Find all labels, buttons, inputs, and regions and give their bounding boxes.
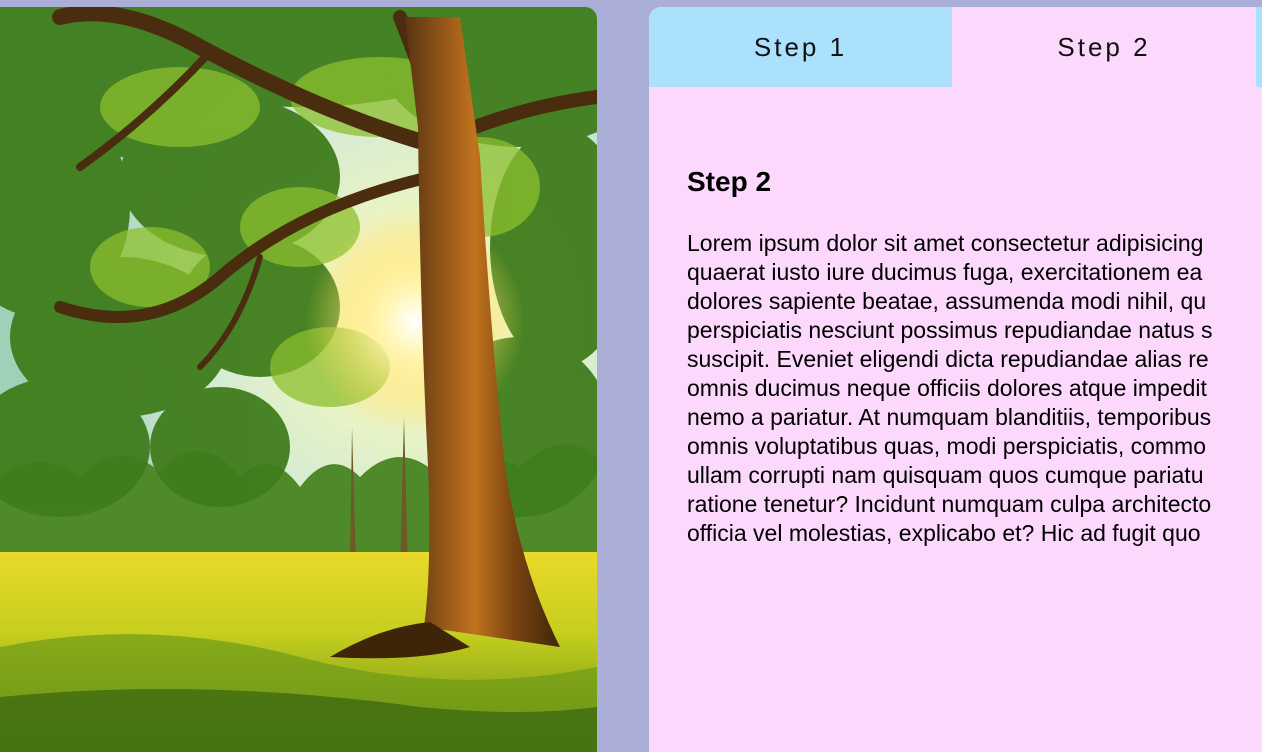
steps-panel: Step 1 Step 2 Step 2 Lorem ipsum dolor s…	[649, 7, 1262, 752]
tab-step-2-label: Step 2	[1057, 31, 1151, 62]
step-body-text: Lorem ipsum dolor sit amet consectetur a…	[687, 230, 1213, 546]
tab-step-2[interactable]: Step 2	[952, 7, 1256, 87]
tree-photo	[0, 7, 597, 752]
step-heading: Step 2	[687, 166, 772, 197]
tab-step-3[interactable]	[1256, 7, 1262, 87]
tab-step-1[interactable]: Step 1	[649, 7, 952, 87]
step-content: Step 2 Lorem ipsum dolor sit amet consec…	[687, 165, 1262, 548]
tab-step-1-label: Step 1	[753, 31, 848, 62]
step-tabs: Step 1 Step 2	[649, 7, 1262, 87]
